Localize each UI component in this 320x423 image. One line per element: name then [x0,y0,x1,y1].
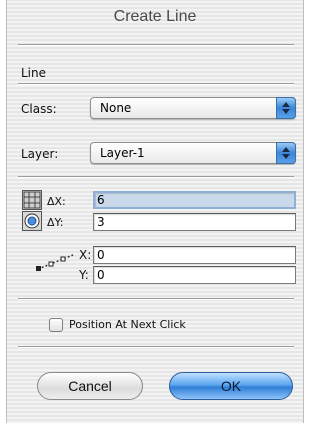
popup-arrows-icon [276,142,296,164]
layer-label: Layer: [21,147,59,161]
popup-divider [18,176,294,178]
layer-value: Layer-1 [100,146,145,160]
popup-arrows-icon [276,97,296,119]
cancel-button[interactable]: Cancel [37,372,143,400]
delta-y-label: ΔY: [47,216,64,229]
delta-x-label: ΔX: [47,195,66,208]
options-divider [18,346,294,348]
position-y-field[interactable]: 0 [93,266,296,284]
target-icon[interactable] [22,211,42,231]
delta-y-value: 3 [97,215,105,229]
ok-button[interactable]: OK [169,372,293,400]
layer-popup[interactable]: Layer-1 [90,142,296,164]
class-value: None [100,101,132,115]
class-label: Class: [21,102,57,116]
delta-x-value: 6 [97,193,105,207]
section-title: Line [21,66,47,80]
grid-icon[interactable] [22,190,42,210]
position-at-next-click-checkbox[interactable] [49,318,63,332]
position-x-field[interactable]: 0 [93,246,296,264]
class-popup[interactable]: None [90,97,296,119]
create-line-dialog: Create Line Line Class: None Layer: Laye… [6,0,304,423]
delta-x-field[interactable]: 6 [93,191,296,209]
position-y-value: 0 [97,268,105,282]
position-y-label: Y: [79,268,89,282]
title-divider [18,44,294,46]
delta-y-field[interactable]: 3 [93,213,296,231]
line-points-icon [36,254,74,271]
window-title: Create Line [113,8,197,25]
fields-divider [18,298,294,300]
position-at-next-click-label[interactable]: Position At Next Click [69,318,186,331]
position-x-value: 0 [97,248,105,262]
position-x-label: X: [79,248,92,262]
section-divider [18,83,294,85]
